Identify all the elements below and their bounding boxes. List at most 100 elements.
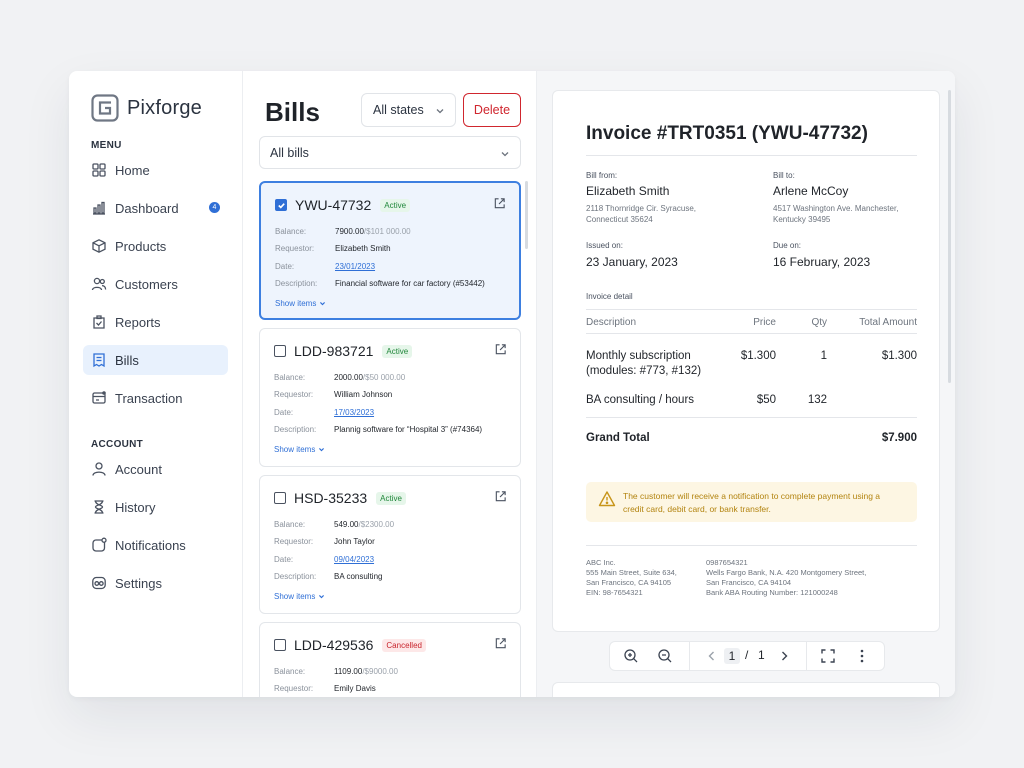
row-description: Monthly subscription (modules: #773, #13… xyxy=(586,350,702,377)
hourglass-icon xyxy=(94,500,104,514)
bill-icon xyxy=(93,353,105,368)
column-header-qty: Qty xyxy=(811,317,827,328)
invoice-document: Invoice #TRT0351 (YWU-47732) Bill from: … xyxy=(552,90,940,632)
users-icon xyxy=(91,277,107,291)
date-field: Date: 09/04/2023 xyxy=(274,555,375,564)
sidebar-item-products[interactable]: Products xyxy=(83,231,228,261)
sidebar-item-label: Notifications xyxy=(115,537,186,553)
zoom-in-button[interactable] xyxy=(623,648,639,664)
more-vertical-icon xyxy=(860,649,864,663)
bill-id: LDD-429536 xyxy=(294,637,374,653)
sidebar-item-customers[interactable]: Customers xyxy=(83,269,228,299)
bill-card[interactable]: HSD-35233 Active Balance: 549.00/$2300.00… xyxy=(259,475,521,614)
next-page-button[interactable] xyxy=(776,648,792,664)
payment-notice: The customer will receive a notification… xyxy=(586,482,917,522)
prev-page-button[interactable] xyxy=(704,648,720,664)
requestor-field: Requestor: Emily Davis xyxy=(274,684,376,693)
external-link-icon[interactable] xyxy=(493,197,506,210)
bar-chart-icon xyxy=(93,201,105,215)
bill-checkbox[interactable] xyxy=(274,345,286,357)
sidebar-item-transaction[interactable]: Transaction xyxy=(83,383,228,413)
bill-id: YWU-47732 xyxy=(295,197,372,213)
due-label: Due on: xyxy=(773,241,802,250)
grand-total-label: Grand Total xyxy=(586,432,650,444)
date-link[interactable]: 17/03/2023 xyxy=(334,408,374,417)
settings-icon xyxy=(92,576,106,590)
external-link-icon[interactable] xyxy=(494,343,507,356)
menu-section-label: MENU xyxy=(91,140,122,151)
account-section-label: ACCOUNT xyxy=(91,439,144,450)
bill-card[interactable]: LDD-983721 Active Balance: 2000.00/$50 00… xyxy=(259,328,521,467)
preview-scrollbar[interactable] xyxy=(948,90,951,383)
row-price: $1.300 xyxy=(740,350,776,362)
divider xyxy=(586,333,917,334)
bill-card-header: YWU-47732 Active xyxy=(275,197,411,213)
toolbar-divider xyxy=(806,642,807,670)
status-badge: Cancelled xyxy=(382,638,426,652)
delete-button[interactable]: Delete xyxy=(463,93,521,127)
current-page-input[interactable]: 1 xyxy=(724,648,740,664)
sidebar-item-label: Reports xyxy=(115,314,161,330)
brand[interactable]: Pixforge xyxy=(91,93,228,123)
sidebar-item-reports[interactable]: Reports xyxy=(83,307,228,337)
status-badge: Active xyxy=(380,198,411,212)
sidebar-item-home[interactable]: Home xyxy=(83,155,228,185)
row-price: $50 xyxy=(756,394,776,406)
transaction-icon xyxy=(92,391,106,404)
date-link[interactable]: 09/04/2023 xyxy=(334,555,374,564)
grid-icon xyxy=(92,163,106,177)
due-value: 16 February, 2023 xyxy=(773,255,871,269)
report-icon xyxy=(93,315,105,329)
notification-badge: 4 xyxy=(209,202,220,213)
sidebar-item-history[interactable]: History xyxy=(83,492,228,522)
zoom-out-button[interactable] xyxy=(657,648,673,664)
notice-text: The customer will receive a notification… xyxy=(623,491,881,514)
external-link-icon[interactable] xyxy=(494,637,507,650)
bill-id: LDD-983721 xyxy=(294,343,374,359)
column-header-total: Total Amount xyxy=(859,317,917,328)
sidebar-item-label: Home xyxy=(115,162,150,178)
external-link-icon[interactable] xyxy=(494,490,507,503)
next-page-preview xyxy=(552,682,940,697)
invoice-preview-pane: Invoice #TRT0351 (YWU-47732) Bill from: … xyxy=(537,71,955,697)
pixforge-logo-icon xyxy=(91,94,119,122)
footer-company: ABC Inc. 555 Main Street, Suite 634, San… xyxy=(586,558,677,597)
bill-card[interactable]: YWU-47732 Active Balance: 7900.00/$101 00… xyxy=(259,181,521,320)
bill-checkbox[interactable] xyxy=(275,199,287,211)
status-badge: Active xyxy=(382,344,413,358)
total-pages: 1 xyxy=(758,648,765,662)
page-separator: / xyxy=(745,648,749,662)
fullscreen-icon xyxy=(821,649,835,663)
row-qty: 132 xyxy=(807,394,827,406)
bill-card-header: LDD-429536 Cancelled xyxy=(274,637,426,653)
bill-card[interactable]: LDD-429536 Cancelled Balance: 1109.00/$90… xyxy=(259,622,521,697)
more-options-button[interactable] xyxy=(854,648,870,664)
bill-checkbox[interactable] xyxy=(274,639,286,651)
states-filter-value: All states xyxy=(373,103,424,117)
bill-checkbox[interactable] xyxy=(274,492,286,504)
sidebar-item-account[interactable]: Account xyxy=(83,454,228,484)
bills-scrollbar[interactable] xyxy=(525,181,528,249)
bill-from-label: Bill from: xyxy=(586,171,618,180)
show-items-link[interactable]: Show items xyxy=(275,299,326,308)
bill-to-name: Arlene McCoy xyxy=(773,184,849,198)
sidebar-item-notifications[interactable]: Notifications xyxy=(83,530,228,560)
show-items-link[interactable]: Show items xyxy=(274,445,325,454)
account-nav: Account History Notifications Settings xyxy=(83,454,228,598)
bills-filter-value: All bills xyxy=(270,145,309,160)
description-field: Description: Financial software for car f… xyxy=(275,279,485,288)
bills-filter-select[interactable]: All bills xyxy=(259,136,521,169)
sidebar-item-bills[interactable]: Bills xyxy=(83,345,228,375)
show-items-link[interactable]: Show items xyxy=(274,592,325,601)
sidebar-item-settings[interactable]: Settings xyxy=(83,568,228,598)
date-link[interactable]: 23/01/2023 xyxy=(335,262,375,271)
sidebar: Pixforge MENU Home Dashboard 4 Products … xyxy=(69,71,243,697)
balance-field: Balance: 7900.00/$101 000.00 xyxy=(275,227,411,236)
fullscreen-button[interactable] xyxy=(820,648,836,664)
states-filter-select[interactable]: All states xyxy=(361,93,456,127)
balance-field: Balance: 2000.00/$50 000.00 xyxy=(274,373,406,382)
sidebar-item-dashboard[interactable]: Dashboard 4 xyxy=(83,193,228,223)
box-icon xyxy=(92,239,106,253)
zoom-out-icon xyxy=(658,649,672,663)
chevron-left-icon xyxy=(708,651,714,661)
